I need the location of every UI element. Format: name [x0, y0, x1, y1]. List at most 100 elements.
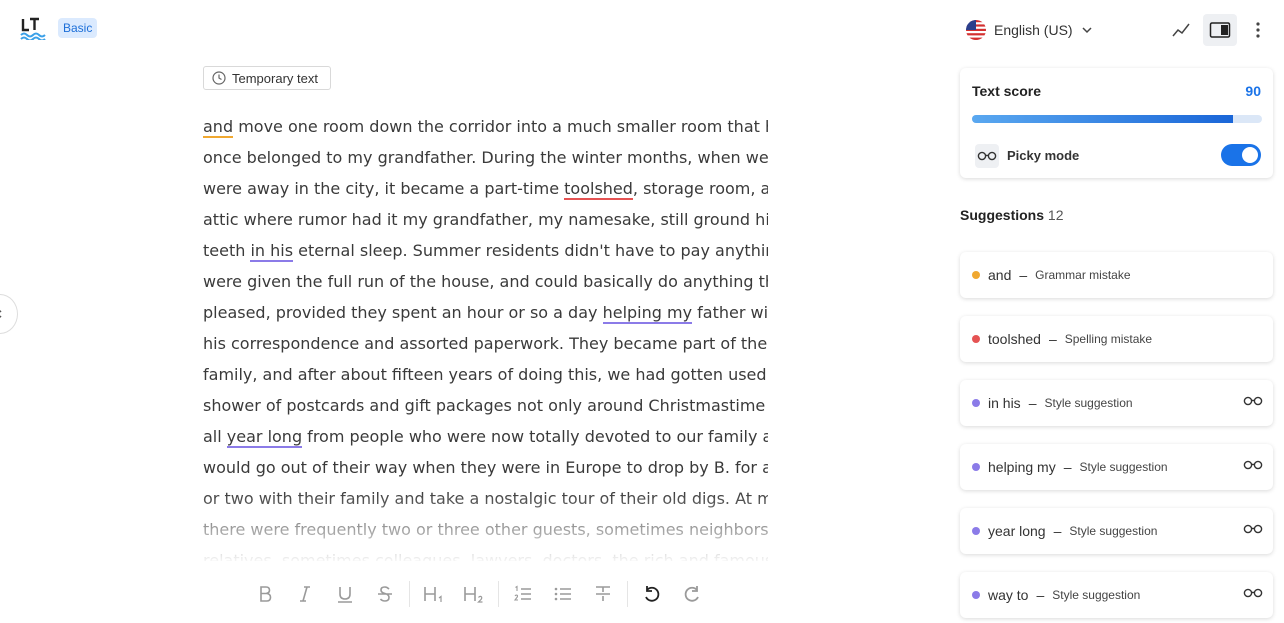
editor-line: were away in the city, it became a part-…: [203, 173, 768, 204]
editor-line: teeth in his eternal sleep. Summer resid…: [203, 235, 768, 266]
more-vertical-icon: [1256, 22, 1260, 38]
suggestion-word: toolshed: [988, 331, 1041, 347]
editor-line: attic where rumor had it my grandfather,…: [203, 204, 768, 235]
suggestion-card[interactable]: helping my – Style suggestion: [960, 444, 1273, 490]
editor-line: shower of postcards and gift packages no…: [203, 390, 768, 421]
text-segment: were away in the city, it became a part-…: [203, 179, 565, 198]
editor-line: would go out of their way when they were…: [203, 452, 768, 483]
toolbar-divider: [498, 581, 499, 607]
suggestion-dash: –: [1053, 523, 1062, 539]
flagged-text[interactable]: year long: [226, 427, 303, 448]
suggestion-dot: [972, 463, 980, 471]
suggestion-card[interactable]: year long – Style suggestion: [960, 508, 1273, 554]
text-segment: would go out of their way when they were…: [203, 458, 768, 477]
suggestion-word: helping my: [988, 459, 1056, 475]
suggestion-type: Spelling mistake: [1064, 332, 1153, 346]
suggestions-count: 12: [1047, 207, 1064, 223]
editor-line: pleased, provided they spent an hour or …: [203, 297, 768, 328]
bold-button[interactable]: [245, 576, 285, 612]
bullet-list-icon: [554, 587, 571, 601]
suggestion-card[interactable]: toolshed – Spelling mistake: [960, 316, 1273, 362]
redo-icon: [684, 586, 699, 602]
text-segment: all: [203, 427, 227, 446]
underline-button[interactable]: [325, 576, 365, 612]
ordered-list-icon: [513, 585, 531, 601]
editor-line: his correspondence and assorted paperwor…: [203, 328, 768, 359]
strikethrough-icon: [378, 586, 392, 602]
suggestion-word: way to: [988, 587, 1029, 603]
language-selector[interactable]: English (US): [966, 18, 1093, 42]
language-label: English (US): [994, 22, 1073, 38]
sidebar-toggle-button[interactable]: [1203, 14, 1237, 46]
suggestion-word: and: [988, 267, 1012, 283]
collapse-icon: [0, 309, 2, 319]
suggestion-dot: [972, 591, 980, 599]
editor-line: were given the full run of the house, an…: [203, 266, 768, 297]
suggestion-dash: –: [1019, 267, 1028, 283]
suggestion-dot: [972, 399, 980, 407]
editor-fade: [203, 491, 768, 561]
flagged-text[interactable]: in his: [250, 241, 294, 262]
text-segment: teeth: [203, 241, 251, 260]
glasses-icon: [1243, 588, 1263, 598]
temporary-text-label: Temporary text: [232, 70, 318, 86]
heading2-button[interactable]: [454, 576, 494, 612]
suggestion-dot: [972, 271, 980, 279]
score-progress-bar: [972, 115, 1262, 123]
clear-format-button[interactable]: [583, 576, 623, 612]
score-value: 90: [1245, 83, 1261, 99]
score-title: Text score: [972, 83, 1041, 99]
redo-button[interactable]: [672, 576, 712, 612]
statistics-button[interactable]: [1164, 14, 1198, 46]
suggestion-card[interactable]: in his – Style suggestion: [960, 380, 1273, 426]
italic-button[interactable]: [285, 576, 325, 612]
bold-icon: [260, 586, 272, 602]
suggestion-dot: [972, 335, 980, 343]
suggestions-title: Suggestions: [960, 207, 1045, 223]
glasses-icon: [1243, 396, 1263, 406]
text-segment: pleased, provided they spent an hour or …: [203, 303, 603, 322]
bullet-list-button[interactable]: [543, 576, 583, 612]
more-options-button[interactable]: [1242, 14, 1274, 46]
heading1-button[interactable]: [414, 576, 454, 612]
text-segment: , storage room, and: [632, 179, 768, 198]
flagged-text[interactable]: and: [203, 117, 234, 138]
picky-mode-label: Picky mode: [1007, 148, 1080, 163]
glasses-icon: [1243, 460, 1263, 470]
toolbar-divider: [627, 581, 628, 607]
text-segment: shower of postcards and gift packages no…: [203, 396, 768, 415]
suggestion-type: Style suggestion: [1079, 460, 1168, 474]
undo-button[interactable]: [632, 576, 672, 612]
suggestion-type: Style suggestion: [1044, 396, 1133, 410]
chevron-down-icon: [1082, 27, 1092, 34]
suggestion-word: year long: [988, 523, 1046, 539]
suggestion-card[interactable]: way to – Style suggestion: [960, 572, 1273, 618]
heading1-icon: [424, 587, 442, 602]
flagged-text[interactable]: toolshed: [564, 179, 633, 200]
flagged-text[interactable]: helping my: [602, 303, 693, 324]
temporary-text-chip[interactable]: Temporary text: [203, 66, 331, 90]
trend-line-icon: [1172, 23, 1190, 37]
suggestion-card[interactable]: and – Grammar mistake: [960, 252, 1273, 298]
suggestion-dash: –: [1028, 395, 1037, 411]
languagetool-logo[interactable]: [20, 16, 48, 40]
heading2-icon: [464, 587, 483, 603]
editor-line: family, and after about fifteen years of…: [203, 359, 768, 390]
suggestion-type: Grammar mistake: [1035, 268, 1131, 282]
strikethrough-button[interactable]: [365, 576, 405, 612]
clear-format-icon: [596, 586, 610, 601]
clock-icon: [212, 71, 226, 85]
glasses-icon: [975, 144, 999, 168]
score-progress-fill: [972, 115, 1233, 123]
text-editor[interactable]: and move one room down the corridor into…: [203, 111, 768, 561]
sidebar-collapse-handle[interactable]: [0, 294, 18, 334]
sidebar-panel-icon: [1209, 22, 1231, 38]
text-segment: once belonged to my grandfather. During …: [203, 148, 768, 167]
picky-mode-toggle[interactable]: [1221, 144, 1261, 166]
text-segment: move one room down the corridor into a m…: [233, 117, 768, 136]
suggestion-dash: –: [1063, 459, 1072, 475]
suggestion-dot: [972, 527, 980, 535]
ordered-list-button[interactable]: [503, 576, 543, 612]
text-segment: his correspondence and assorted paperwor…: [203, 334, 768, 353]
text-segment: were given the full run of the house, an…: [203, 272, 768, 291]
